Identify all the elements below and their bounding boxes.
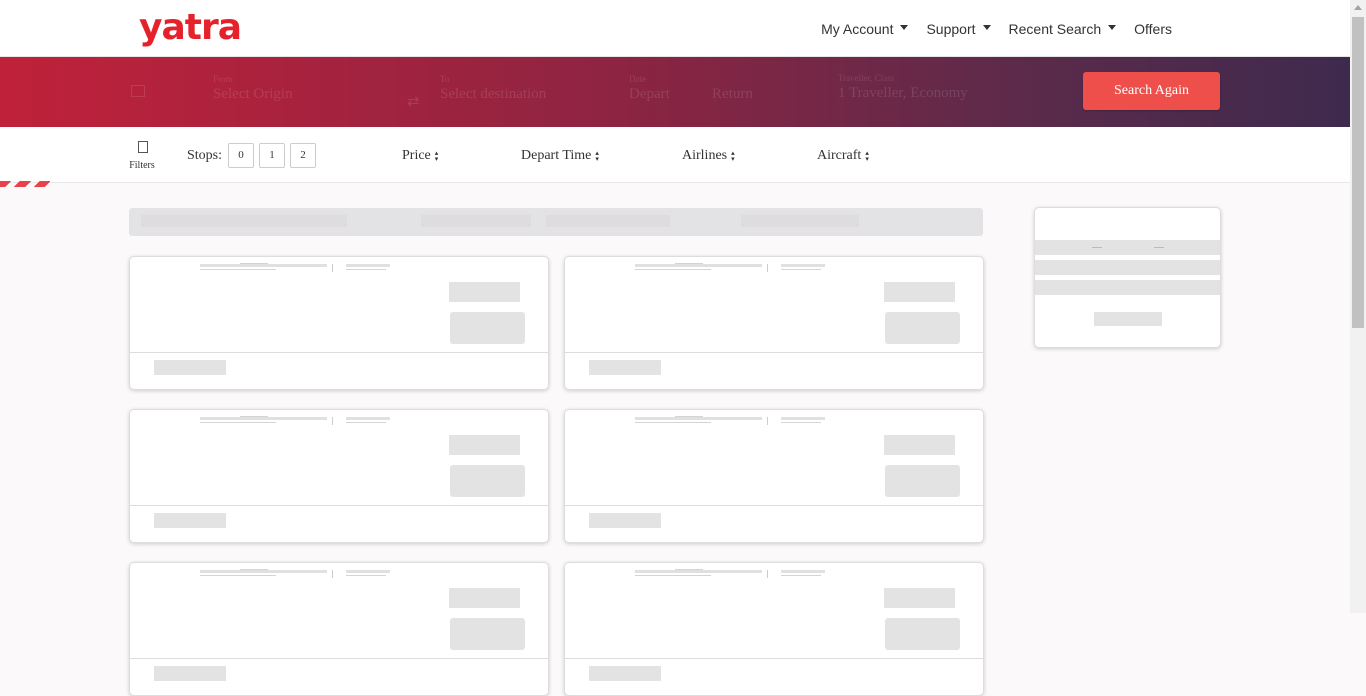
- sort-price[interactable]: Price ▴ ▾: [402, 148, 438, 164]
- caret-down-icon: [982, 25, 991, 30]
- flight-card-skeleton: [129, 409, 549, 543]
- travellers-field[interactable]: Traveller, Class 1 Traveller, Economy: [838, 73, 968, 102]
- flight-card-skeleton: [564, 256, 984, 390]
- top-navbar: yatra My Account Support Recent Search O…: [0, 0, 1350, 57]
- sort-aircraft-label: Aircraft: [817, 148, 862, 163]
- filter-icon: [138, 141, 148, 153]
- nav-recent-search[interactable]: Recent Search: [1009, 21, 1117, 37]
- page-scrollbar[interactable]: [1350, 0, 1366, 613]
- stop-1-button[interactable]: 1: [259, 143, 285, 168]
- flight-card-skeleton: [564, 562, 984, 696]
- destination-placeholder: Select destination: [440, 86, 547, 102]
- origin-field[interactable]: From Select Origin: [213, 74, 293, 103]
- sort-arrows-icon: ▴ ▾: [731, 149, 735, 163]
- filters-label: Filters: [129, 160, 155, 171]
- depart-label: Date: [629, 74, 646, 84]
- nav-offers-label: Offers: [1134, 20, 1172, 37]
- depart-field[interactable]: Date Depart: [629, 74, 670, 103]
- sort-arrows-icon: ▴ ▾: [595, 149, 599, 163]
- sort-airlines[interactable]: Airlines ▴ ▾: [682, 148, 735, 164]
- scrollbar-thumb[interactable]: [1352, 17, 1364, 328]
- sort-depart-time[interactable]: Depart Time ▴ ▾: [521, 148, 599, 164]
- filters-toggle[interactable]: Filters: [128, 141, 158, 171]
- origin-placeholder: Select Origin: [213, 86, 293, 102]
- sort-depart-time-label: Depart Time: [521, 148, 592, 163]
- stop-0-button[interactable]: 0: [228, 143, 254, 168]
- scroll-up-arrow-icon[interactable]: [1354, 5, 1362, 10]
- nav-support-label: Support: [926, 20, 976, 37]
- sort-aircraft[interactable]: Aircraft ▴ ▾: [817, 148, 869, 164]
- origin-label: From: [213, 74, 233, 84]
- depart-placeholder: Depart: [629, 86, 670, 102]
- travellers-value: 1 Traveller, Economy: [838, 85, 968, 101]
- swap-icon[interactable]: ⇄: [407, 90, 420, 111]
- sort-arrows-icon: ▴ ▾: [865, 149, 869, 163]
- sort-price-label: Price: [402, 148, 431, 163]
- sort-arrows-icon: ▴ ▾: [434, 149, 439, 163]
- sidebar-skeleton-card: [1034, 207, 1221, 348]
- destination-field[interactable]: To Select destination: [440, 74, 546, 103]
- nav-my-account-label: My Account: [821, 20, 894, 37]
- yatra-logo[interactable]: yatra: [139, 8, 242, 48]
- search-again-button[interactable]: Search Again: [1083, 72, 1220, 110]
- main-nav: My Account Support Recent Search Offers: [821, 0, 1350, 57]
- nav-support[interactable]: Support: [926, 20, 991, 37]
- loading-progress-bar: [0, 181, 50, 187]
- caret-down-icon: [900, 25, 909, 30]
- flight-card-skeleton: [564, 409, 984, 543]
- caret-down-icon: [1108, 25, 1117, 30]
- filter-bar: Filters Stops: 0 1 2 Price ▴ ▾ Depart Tim…: [0, 127, 1350, 183]
- sort-airlines-label: Airlines: [682, 148, 728, 163]
- stop-2-button[interactable]: 2: [290, 143, 316, 168]
- return-field[interactable]: Return: [712, 74, 753, 103]
- flight-card-skeleton: [129, 562, 549, 696]
- flight-card-skeleton: [129, 256, 549, 390]
- modify-search-bar: From Select Origin ⇄ To Select destinati…: [0, 57, 1350, 127]
- results-header-skeleton: [129, 208, 983, 236]
- calendar-icon: [131, 85, 145, 97]
- stops-label: Stops:: [187, 148, 223, 163]
- nav-recent-search-label: Recent Search: [1008, 20, 1102, 37]
- destination-label: To: [440, 74, 450, 84]
- return-placeholder: Return: [712, 86, 753, 102]
- nav-offers[interactable]: Offers: [1134, 21, 1172, 37]
- nav-my-account[interactable]: My Account: [821, 20, 909, 37]
- travellers-label: Traveller, Class: [838, 73, 895, 83]
